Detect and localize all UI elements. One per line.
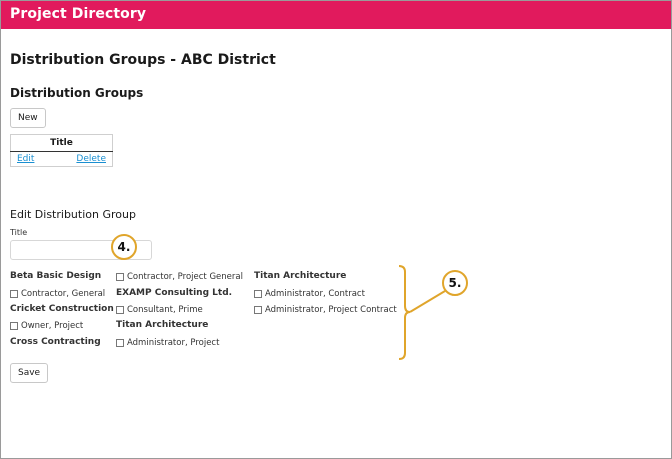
app-window: Project Directory Distribution Groups - … (0, 0, 672, 459)
callout-step-5: 5. (442, 270, 468, 296)
callout-connector (409, 290, 446, 313)
bracket-annotation (398, 265, 446, 360)
curly-bracket (398, 265, 411, 360)
